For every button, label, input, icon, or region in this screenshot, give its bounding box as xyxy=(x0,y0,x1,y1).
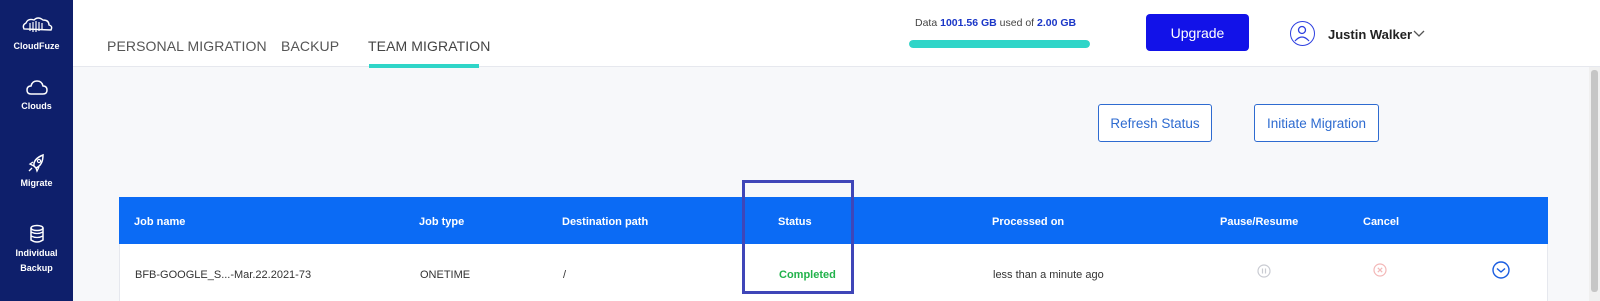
sidebar-item-clouds[interactable]: Clouds xyxy=(0,80,73,111)
tab-team-migration[interactable]: TEAM MIGRATION xyxy=(368,38,490,54)
user-avatar-icon[interactable] xyxy=(1290,21,1315,46)
expand-row-chevron-icon[interactable] xyxy=(1492,261,1510,279)
column-header-cancel: Cancel xyxy=(1363,216,1400,228)
column-header-pause-resume: Pause/Resume xyxy=(1220,216,1299,228)
quota-used: 1001.56 GB xyxy=(940,17,997,29)
user-name[interactable]: Justin Walker xyxy=(1328,27,1412,42)
tab-personal-migration[interactable]: PERSONAL MIGRATION xyxy=(107,38,267,54)
data-usage-fill xyxy=(909,40,1090,48)
column-header-destination: Destination path xyxy=(562,216,649,228)
quota-prefix: Data xyxy=(915,17,938,29)
quota-total: 2.00 GB xyxy=(1037,17,1077,29)
data-usage-text: Data 1001.56 GB used of 2.00 GB xyxy=(915,17,1076,29)
quota-middle: used of xyxy=(999,17,1035,29)
initiate-migration-button[interactable]: Initiate Migration xyxy=(1254,104,1379,142)
database-icon xyxy=(29,224,44,243)
status-highlight-box xyxy=(742,180,854,294)
cancel-icon[interactable] xyxy=(1373,263,1387,277)
sidebar-item-label: Backup xyxy=(20,263,53,273)
data-usage-bar xyxy=(909,40,1090,48)
column-header-processed-on: Processed on xyxy=(992,216,1065,228)
column-header-job-name: Job name xyxy=(134,216,186,228)
cell-job-type: ONETIME xyxy=(420,269,471,281)
sidebar-item-label: Individual xyxy=(15,248,58,258)
active-tab-indicator xyxy=(369,64,479,68)
refresh-status-button[interactable]: Refresh Status xyxy=(1098,104,1212,142)
upgrade-button[interactable]: Upgrade xyxy=(1146,14,1249,51)
cell-processed-on: less than a minute ago xyxy=(993,269,1104,281)
cell-destination: / xyxy=(563,269,567,281)
sidebar-item-label: Migrate xyxy=(20,178,53,188)
brand-logo[interactable]: CloudFuze xyxy=(0,14,73,51)
pause-icon[interactable] xyxy=(1257,264,1271,278)
column-header-job-type: Job type xyxy=(419,216,465,228)
cloudfuze-logo-icon xyxy=(22,17,52,32)
cloud-icon xyxy=(25,80,48,95)
sidebar: CloudFuze Clouds Migrate Individual Back… xyxy=(0,0,73,301)
tab-backup[interactable]: BACKUP xyxy=(281,38,339,54)
rocket-icon xyxy=(28,153,44,173)
sidebar-item-label: Clouds xyxy=(21,101,52,111)
scrollbar-thumb[interactable] xyxy=(1591,70,1598,292)
brand-name: CloudFuze xyxy=(13,41,60,51)
cell-job-name[interactable]: BFB-GOOGLE_S...-Mar.22.2021-73 xyxy=(135,269,311,281)
chevron-down-icon[interactable] xyxy=(1413,28,1425,38)
person-icon xyxy=(1294,25,1310,42)
sidebar-item-individual-backup[interactable]: Individual Backup xyxy=(0,224,73,276)
sidebar-item-migrate[interactable]: Migrate xyxy=(0,153,73,188)
